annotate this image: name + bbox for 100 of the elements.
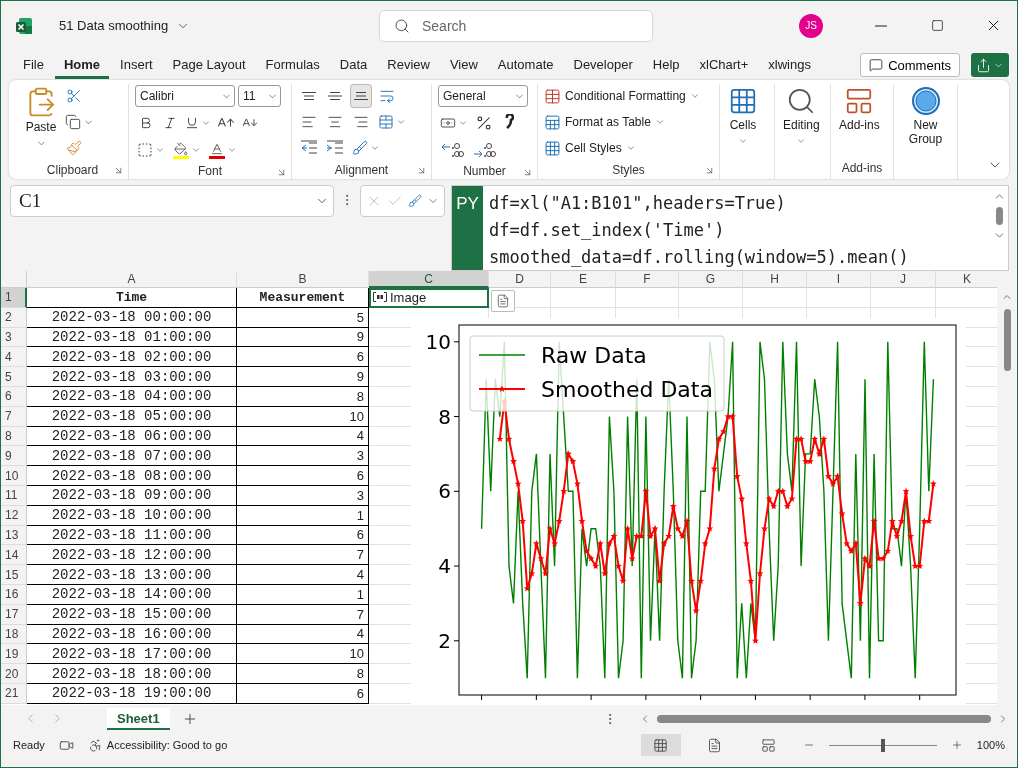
table-cell: 7	[237, 545, 369, 566]
table-cell: 9	[237, 327, 369, 348]
table-cell: 10	[237, 406, 369, 427]
row-header[interactable]: 10	[1, 466, 27, 486]
styles-menu-button[interactable]: Conditional Formatting	[544, 84, 700, 108]
python-badge: PY	[452, 186, 483, 270]
group-label: Add-ins	[841, 161, 883, 175]
ribbon-tab[interactable]: Insert	[111, 51, 162, 79]
column-header[interactable]: J	[871, 271, 936, 288]
ribbon-tab[interactable]: Review	[378, 51, 439, 79]
y-tick-label: 10	[425, 329, 451, 354]
table-cell[interactable]: Image	[369, 288, 489, 308]
styles-menu-button[interactable]: Format as Table	[544, 110, 665, 134]
row-header[interactable]: 2	[1, 307, 27, 328]
column-header[interactable]: K	[936, 271, 997, 288]
table-cell: 2022-03-18 16:00:00	[27, 624, 237, 645]
code-line: df=df.set_index('Time')	[489, 219, 726, 242]
ribbon-tab[interactable]: Data	[330, 51, 377, 79]
row-header[interactable]: 3	[1, 327, 27, 348]
column-header[interactable]: I	[807, 271, 871, 288]
search-field[interactable]: Search	[379, 9, 653, 42]
table-cell: 2022-03-18 05:00:00	[27, 406, 237, 427]
row-header[interactable]: 19	[1, 644, 27, 665]
ribbon-tab[interactable]: View	[440, 51, 487, 79]
table-cell: 6	[237, 525, 369, 546]
row-header[interactable]: 21	[1, 683, 27, 704]
table-cell: 2022-03-18 06:00:00	[27, 426, 237, 447]
zoom-level[interactable]: 100%	[976, 739, 1005, 751]
column-header[interactable]: A	[27, 271, 237, 288]
table-cell: 3	[237, 446, 369, 467]
y-tick-label: 8	[438, 404, 451, 429]
user-avatar[interactable]: JS	[799, 13, 823, 38]
row-header[interactable]: 20	[1, 664, 27, 684]
y-tick-label: 6	[438, 479, 451, 504]
table-cell: 4	[237, 426, 369, 447]
column-header[interactable]: D	[489, 271, 551, 288]
formula-field[interactable]: PY df=xl("A1:B101",headers=True) df=df.set_index('Time') smoothed_data=df.rolling(window=5).mean()	[451, 185, 1009, 271]
legend-label: Raw Data	[541, 343, 647, 368]
row-header[interactable]: 7	[1, 406, 27, 427]
ribbon-tab[interactable]: Developer	[564, 51, 642, 79]
code-line: df=xl("A1:B101",headers=True)	[489, 192, 787, 215]
table-cell: 2022-03-18 09:00:00	[27, 485, 237, 506]
cells-button[interactable]: Cells	[726, 84, 760, 157]
row-header[interactable]: 11	[1, 485, 27, 506]
number-format-dropdown[interactable]: General	[438, 85, 528, 107]
sheet-tab[interactable]: Sheet1	[107, 707, 170, 730]
row-header[interactable]: 4	[1, 347, 27, 368]
add-ins-button[interactable]: Add-ins	[837, 84, 882, 157]
column-header[interactable]: H	[743, 271, 807, 288]
paste-button[interactable]: Paste	[23, 84, 59, 160]
ribbon-tab[interactable]: Page Layout	[163, 51, 255, 79]
ribbon-tab[interactable]: Formulas	[256, 51, 329, 79]
table-cell: 1	[237, 584, 369, 605]
column-header[interactable]: G	[679, 271, 743, 288]
row-header[interactable]: 8	[1, 426, 27, 447]
table-cell: 2022-03-18 18:00:00	[27, 664, 237, 684]
table-cell: Measurement	[237, 288, 369, 308]
ribbon-tab[interactable]: xlChart+	[690, 51, 758, 79]
group-label: Clipboard	[46, 162, 99, 177]
comments-button[interactable]: Comments	[860, 53, 960, 77]
table-cell: 2022-03-18 19:00:00	[27, 683, 237, 704]
row-header[interactable]: 16	[1, 584, 27, 605]
row-header[interactable]: 13	[1, 525, 27, 546]
name-box[interactable]: C1	[10, 185, 334, 217]
new-group-button[interactable]: New Group	[900, 84, 951, 157]
y-tick: 8	[438, 404, 460, 429]
ribbon-tab[interactable]: xlwings	[759, 51, 820, 79]
ribbon-tab[interactable]: Help	[643, 51, 689, 79]
table-cell: 2022-03-18 17:00:00	[27, 644, 237, 665]
table-cell: 2022-03-18 08:00:00	[27, 466, 237, 486]
row-header[interactable]: 6	[1, 387, 27, 407]
table-cell: 2022-03-18 00:00:00	[27, 307, 237, 328]
row-header[interactable]: 5	[1, 367, 27, 387]
ribbon-tab[interactable]: File	[14, 51, 53, 79]
row-header[interactable]: 14	[1, 545, 27, 566]
column-header[interactable]: E	[551, 271, 616, 288]
table-cell: 4	[237, 624, 369, 645]
row-header[interactable]: 9	[1, 446, 27, 467]
row-header[interactable]: 1	[1, 288, 27, 308]
column-header[interactable]: C	[369, 271, 489, 288]
window-title: 51 Data smoothing	[59, 18, 169, 33]
table-cell: 2022-03-18 03:00:00	[27, 367, 237, 387]
row-header[interactable]: 15	[1, 565, 27, 585]
table-cell: 6	[237, 347, 369, 368]
table-cell: 2022-03-18 07:00:00	[27, 446, 237, 467]
font-name-dropdown[interactable]: Calibri	[135, 85, 235, 107]
font-size-dropdown[interactable]: 11	[238, 85, 281, 107]
column-header[interactable]: F	[616, 271, 679, 288]
row-header[interactable]: 17	[1, 604, 27, 625]
editing-button[interactable]: Editing	[781, 84, 822, 157]
column-header[interactable]: B	[237, 271, 369, 288]
table-cell: 8	[237, 664, 369, 684]
row-header[interactable]: 18	[1, 624, 27, 645]
row-header[interactable]: 12	[1, 505, 27, 526]
ribbon-tab[interactable]: Automate	[488, 51, 563, 79]
accessibility-status[interactable]: Accessibility: Good to go	[106, 739, 228, 751]
table-cell: 2022-03-18 12:00:00	[27, 545, 237, 566]
code-line: smoothed_data=df.rolling(window=5).mean()	[489, 246, 910, 269]
group-label: Font	[198, 163, 222, 178]
styles-menu-button[interactable]: Cell Styles	[544, 136, 636, 160]
